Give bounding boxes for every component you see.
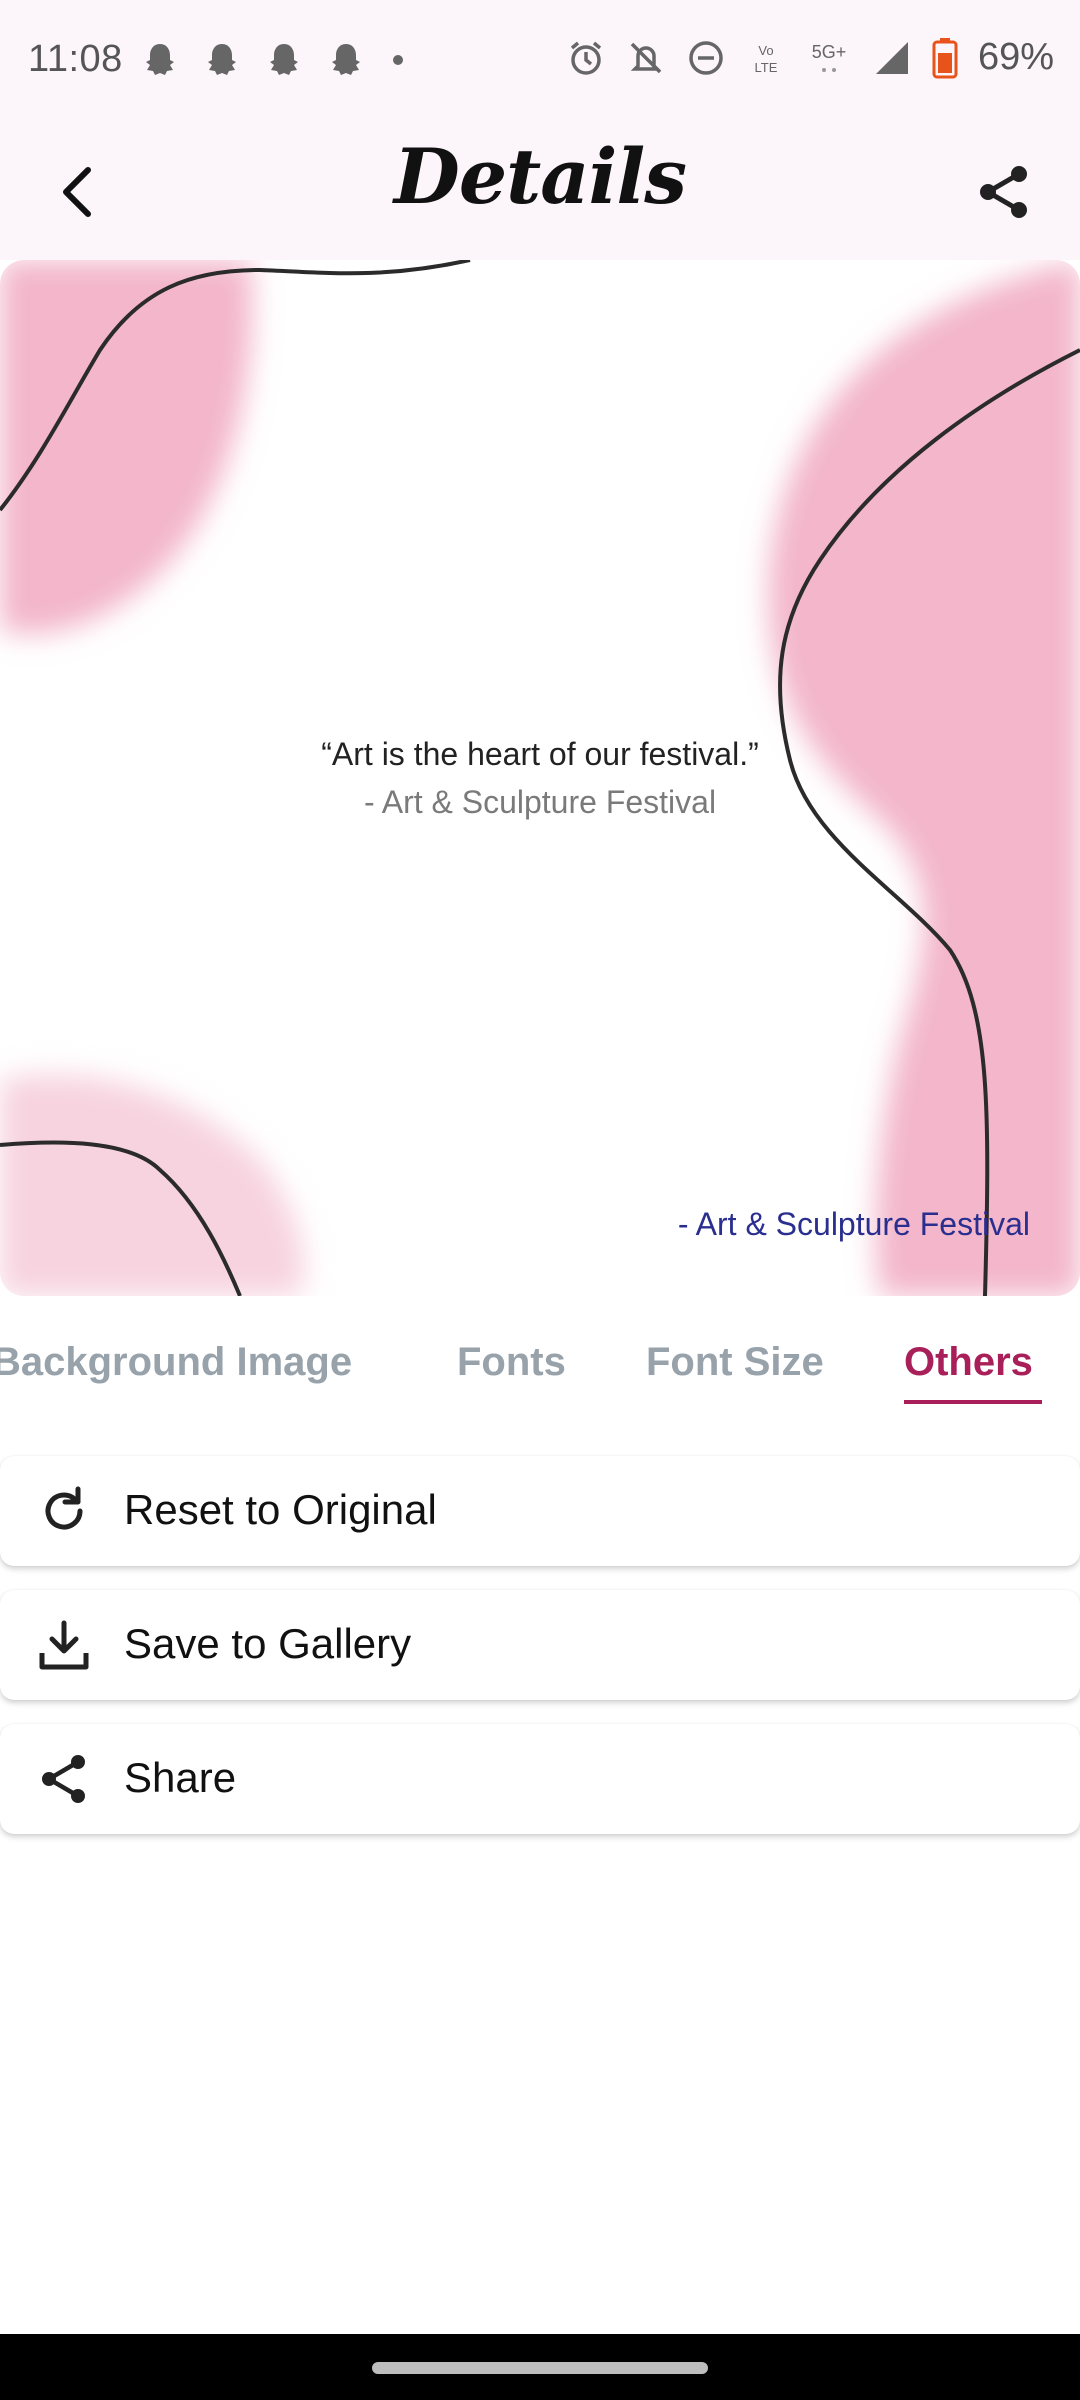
details-screen: 11:08 Vo LTE 5G+ 69% Details “Art is the… [0, 0, 1080, 2400]
quote-signature: - Art & Sculpture Festival [677, 1206, 1030, 1242]
battery-icon [932, 37, 958, 78]
5g-icon: 5G+ [812, 42, 847, 72]
notification-icons [140, 40, 408, 80]
svg-text:Vo: Vo [758, 43, 773, 58]
download-icon [34, 1615, 94, 1675]
editor-tabs: Background Image Fonts Font Size Others [0, 1296, 1080, 1416]
signal-icon [875, 41, 908, 74]
system-icons: Vo LTE 5G+ 69% [566, 36, 1054, 79]
status-bar: 11:08 Vo LTE 5G+ 69% [0, 0, 1080, 126]
dot-icon [393, 55, 403, 65]
svg-text:LTE: LTE [754, 60, 777, 75]
tab-fonts[interactable]: Fonts [457, 1340, 566, 1385]
snapchat-icon [208, 44, 236, 75]
save-to-gallery-label: Save to Gallery [124, 1620, 412, 1667]
page-title: Details [393, 132, 687, 221]
svg-text:5G+: 5G+ [812, 42, 847, 62]
system-navigation-bar [0, 2334, 1080, 2400]
quote-text: “Art is the heart of our festival.” [321, 736, 759, 772]
app-bar: Details [0, 126, 1080, 260]
snapchat-icon [332, 44, 360, 75]
tab-font-size[interactable]: Font Size [646, 1340, 824, 1385]
volte-icon: Vo LTE [754, 43, 777, 75]
share-top-button[interactable] [964, 152, 1044, 232]
share-button[interactable]: Share [0, 1724, 1080, 1834]
share-label: Share [124, 1754, 237, 1801]
refresh-icon [34, 1481, 94, 1541]
dnd-icon [689, 40, 723, 75]
bell-off-icon [630, 42, 662, 73]
quote-preview-card: “Art is the heart of our festival.” - Ar… [0, 260, 1080, 1296]
active-tab-indicator [904, 1400, 1042, 1404]
reset-to-original-button[interactable]: Reset to Original [0, 1456, 1080, 1566]
share-icon [980, 166, 1027, 218]
snapchat-icon [270, 44, 298, 75]
alarm-icon [570, 41, 602, 75]
preview-background [0, 260, 1080, 1296]
quote-author: - Art & Sculpture Festival [363, 784, 717, 820]
reset-to-original-label: Reset to Original [124, 1486, 437, 1533]
home-gesture-handle[interactable] [372, 2362, 708, 2374]
tab-others[interactable]: Others [904, 1340, 1033, 1385]
share-icon [34, 1749, 94, 1809]
snapchat-icon [146, 44, 174, 75]
save-to-gallery-button[interactable]: Save to Gallery [0, 1590, 1080, 1700]
battery-percent: 69% [977, 36, 1054, 78]
status-time: 11:08 [28, 38, 123, 80]
tab-background-image[interactable]: Background Image [0, 1340, 352, 1385]
